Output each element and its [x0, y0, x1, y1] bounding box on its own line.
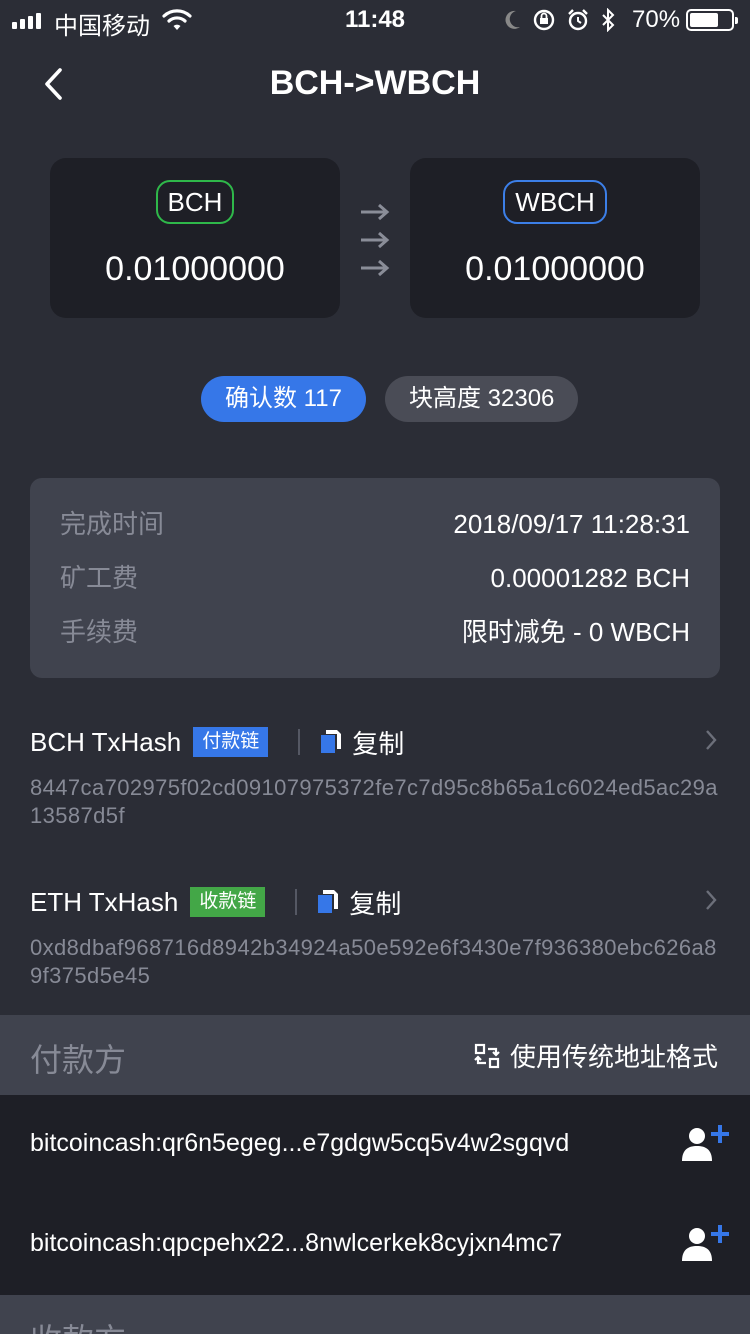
legacy-format-label: 使用传统地址格式: [509, 1042, 718, 1072]
divider: [298, 729, 301, 755]
swap-arrows-icon: [358, 198, 392, 282]
tx-hash[interactable]: 0xd8dbaf968716d8942b34924a50e592e6f3430e…: [30, 934, 720, 990]
address-row: bitcoincash:qpcpehx22...8nwlcerkek8cyjxn…: [0, 1195, 750, 1295]
confirmations-badge: 确认数 117: [201, 376, 366, 422]
info-value: 0.00001282 BCH: [490, 563, 690, 593]
to-token-badge: WBCH: [503, 180, 607, 224]
legacy-format-button[interactable]: 使用传统地址格式: [474, 1037, 718, 1074]
copy-icon: [321, 730, 342, 753]
status-bar: 中国移动 11:48 70%: [0, 0, 750, 40]
block-height-badge: 块高度 32306: [385, 376, 579, 422]
nav-bar: BCH->WBCH: [0, 44, 750, 124]
info-label: 完成时间: [60, 509, 165, 539]
to-card: WBCH 0.01000000: [410, 158, 700, 318]
info-row-service-fee: 手续费 限时减免 - 0 WBCH: [60, 614, 690, 668]
from-card: BCH 0.01000000: [50, 158, 340, 318]
tx-hash[interactable]: 8447ca702975f02cd09107975372fe7c7d95c8b6…: [30, 774, 720, 830]
eth-txhash-section: ETH TxHash 收款链 复制 0xd8dbaf968716d8942b34…: [30, 882, 720, 990]
copy-button[interactable]: 复制: [320, 724, 404, 761]
payer-section-header: 付款方 使用传统地址格式: [0, 1015, 750, 1095]
rotation-lock-icon: [533, 9, 555, 31]
payee-section-header: 收款方: [0, 1295, 750, 1334]
address-text[interactable]: bitcoincash:qpcpehx22...8nwlcerkek8cyjxn…: [30, 1229, 562, 1258]
transaction-info: 完成时间 2018/09/17 11:28:31 矿工费 0.00001282 …: [30, 478, 720, 678]
battery-percent: 70%: [632, 6, 681, 33]
chain-tag: 收款链: [190, 887, 266, 917]
info-value: 2018/09/17 11:28:31: [453, 509, 690, 539]
tx-name: ETH TxHash: [30, 886, 179, 917]
battery-icon: [686, 9, 738, 31]
swap-format-icon: [474, 1043, 500, 1068]
section-title: 付款方: [30, 1042, 127, 1078]
from-amount: 0.01000000: [105, 250, 285, 288]
copy-label: 复制: [349, 888, 402, 919]
info-row-time: 完成时间 2018/09/17 11:28:31: [60, 506, 690, 560]
alarm-icon: [568, 9, 588, 31]
info-label: 矿工费: [60, 563, 139, 593]
info-row-miner-fee: 矿工费 0.00001282 BCH: [60, 560, 690, 614]
divider: [295, 889, 298, 915]
info-label: 手续费: [60, 617, 139, 647]
address-row: bitcoincash:qr6n5egeg...e7gdgw5cq5v4w2sg…: [0, 1095, 750, 1195]
add-contact-button[interactable]: [680, 1223, 730, 1268]
add-contact-button[interactable]: [680, 1123, 730, 1168]
chain-tag: 付款链: [193, 727, 269, 757]
address-text[interactable]: bitcoincash:qr6n5egeg...e7gdgw5cq5v4w2sg…: [30, 1129, 569, 1158]
chevron-right-icon[interactable]: [702, 727, 720, 758]
bluetooth-icon: [602, 8, 615, 32]
tx-name: BCH TxHash: [30, 726, 182, 757]
copy-label: 复制: [352, 728, 405, 759]
copy-icon: [318, 890, 339, 913]
page-title: BCH->WBCH: [269, 64, 481, 102]
copy-button[interactable]: 复制: [317, 884, 401, 921]
bch-txhash-section: BCH TxHash 付款链 复制 8447ca702975f02cd09107…: [30, 722, 720, 830]
chevron-right-icon[interactable]: [702, 887, 720, 918]
from-token-badge: BCH: [155, 180, 235, 224]
add-contact-icon: [682, 1125, 729, 1161]
to-amount: 0.01000000: [465, 250, 645, 288]
section-title: 收款方: [30, 1315, 126, 1334]
moon-icon: [505, 10, 520, 29]
add-contact-icon: [682, 1225, 729, 1261]
info-value: 限时减免 - 0 WBCH: [461, 617, 690, 647]
